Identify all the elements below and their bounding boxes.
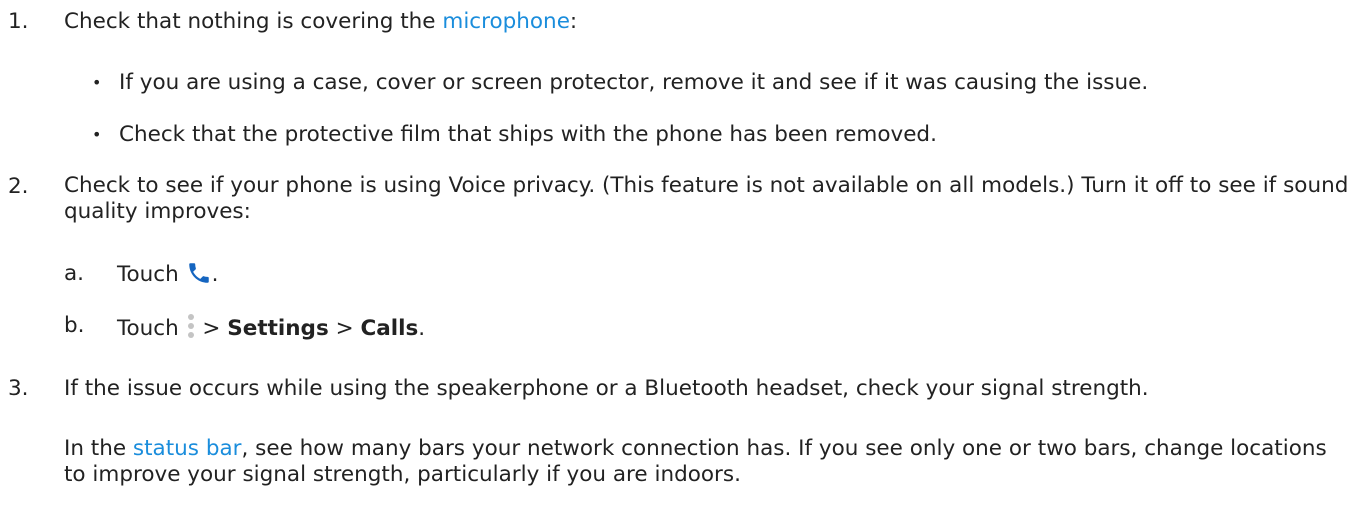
substep-prefix: Touch [117,316,179,341]
substep-letter: b. [64,313,85,338]
step-text-before: Check that nothing is covering the [64,9,443,34]
status-bar-link[interactable]: status bar [133,436,242,461]
paragraph-text: In the status bar, see how many bars you… [64,436,1352,488]
step-text: Check that nothing is covering the micro… [64,8,1352,36]
bullet-glyph: • [92,125,102,144]
more-vertical-icon [186,312,196,348]
calls-menu-label: Calls [360,316,419,341]
substep-letter: a. [64,261,85,286]
step-text: If the issue occurs while using the spea… [64,376,1149,401]
step-number: 1. [8,9,29,34]
substep-suffix: . [418,316,426,341]
separator: > [328,316,361,341]
paragraph-before: In the [64,436,133,461]
separator: > [195,316,228,341]
step-number: 2. [8,174,29,199]
step-text-after: : [569,9,578,34]
substep-prefix: Touch [117,262,179,287]
bullet-glyph: • [92,73,102,92]
substep-text: Touch . [117,260,218,294]
settings-menu-label: Settings [227,316,329,341]
step-number: 3. [8,376,29,401]
microphone-link[interactable]: microphone [442,9,570,34]
bullet-text: If you are using a case, cover or screen… [119,70,1149,95]
phone-icon [186,260,212,294]
step-text: Check to see if your phone is using Voic… [64,173,1349,224]
substep-suffix: . [211,262,219,287]
substep-text: Touch > Settings > Calls. [117,312,425,348]
bullet-text: Check that the protective film that ship… [119,122,937,147]
paragraph-after: , see how many bars your network connect… [64,436,1327,487]
